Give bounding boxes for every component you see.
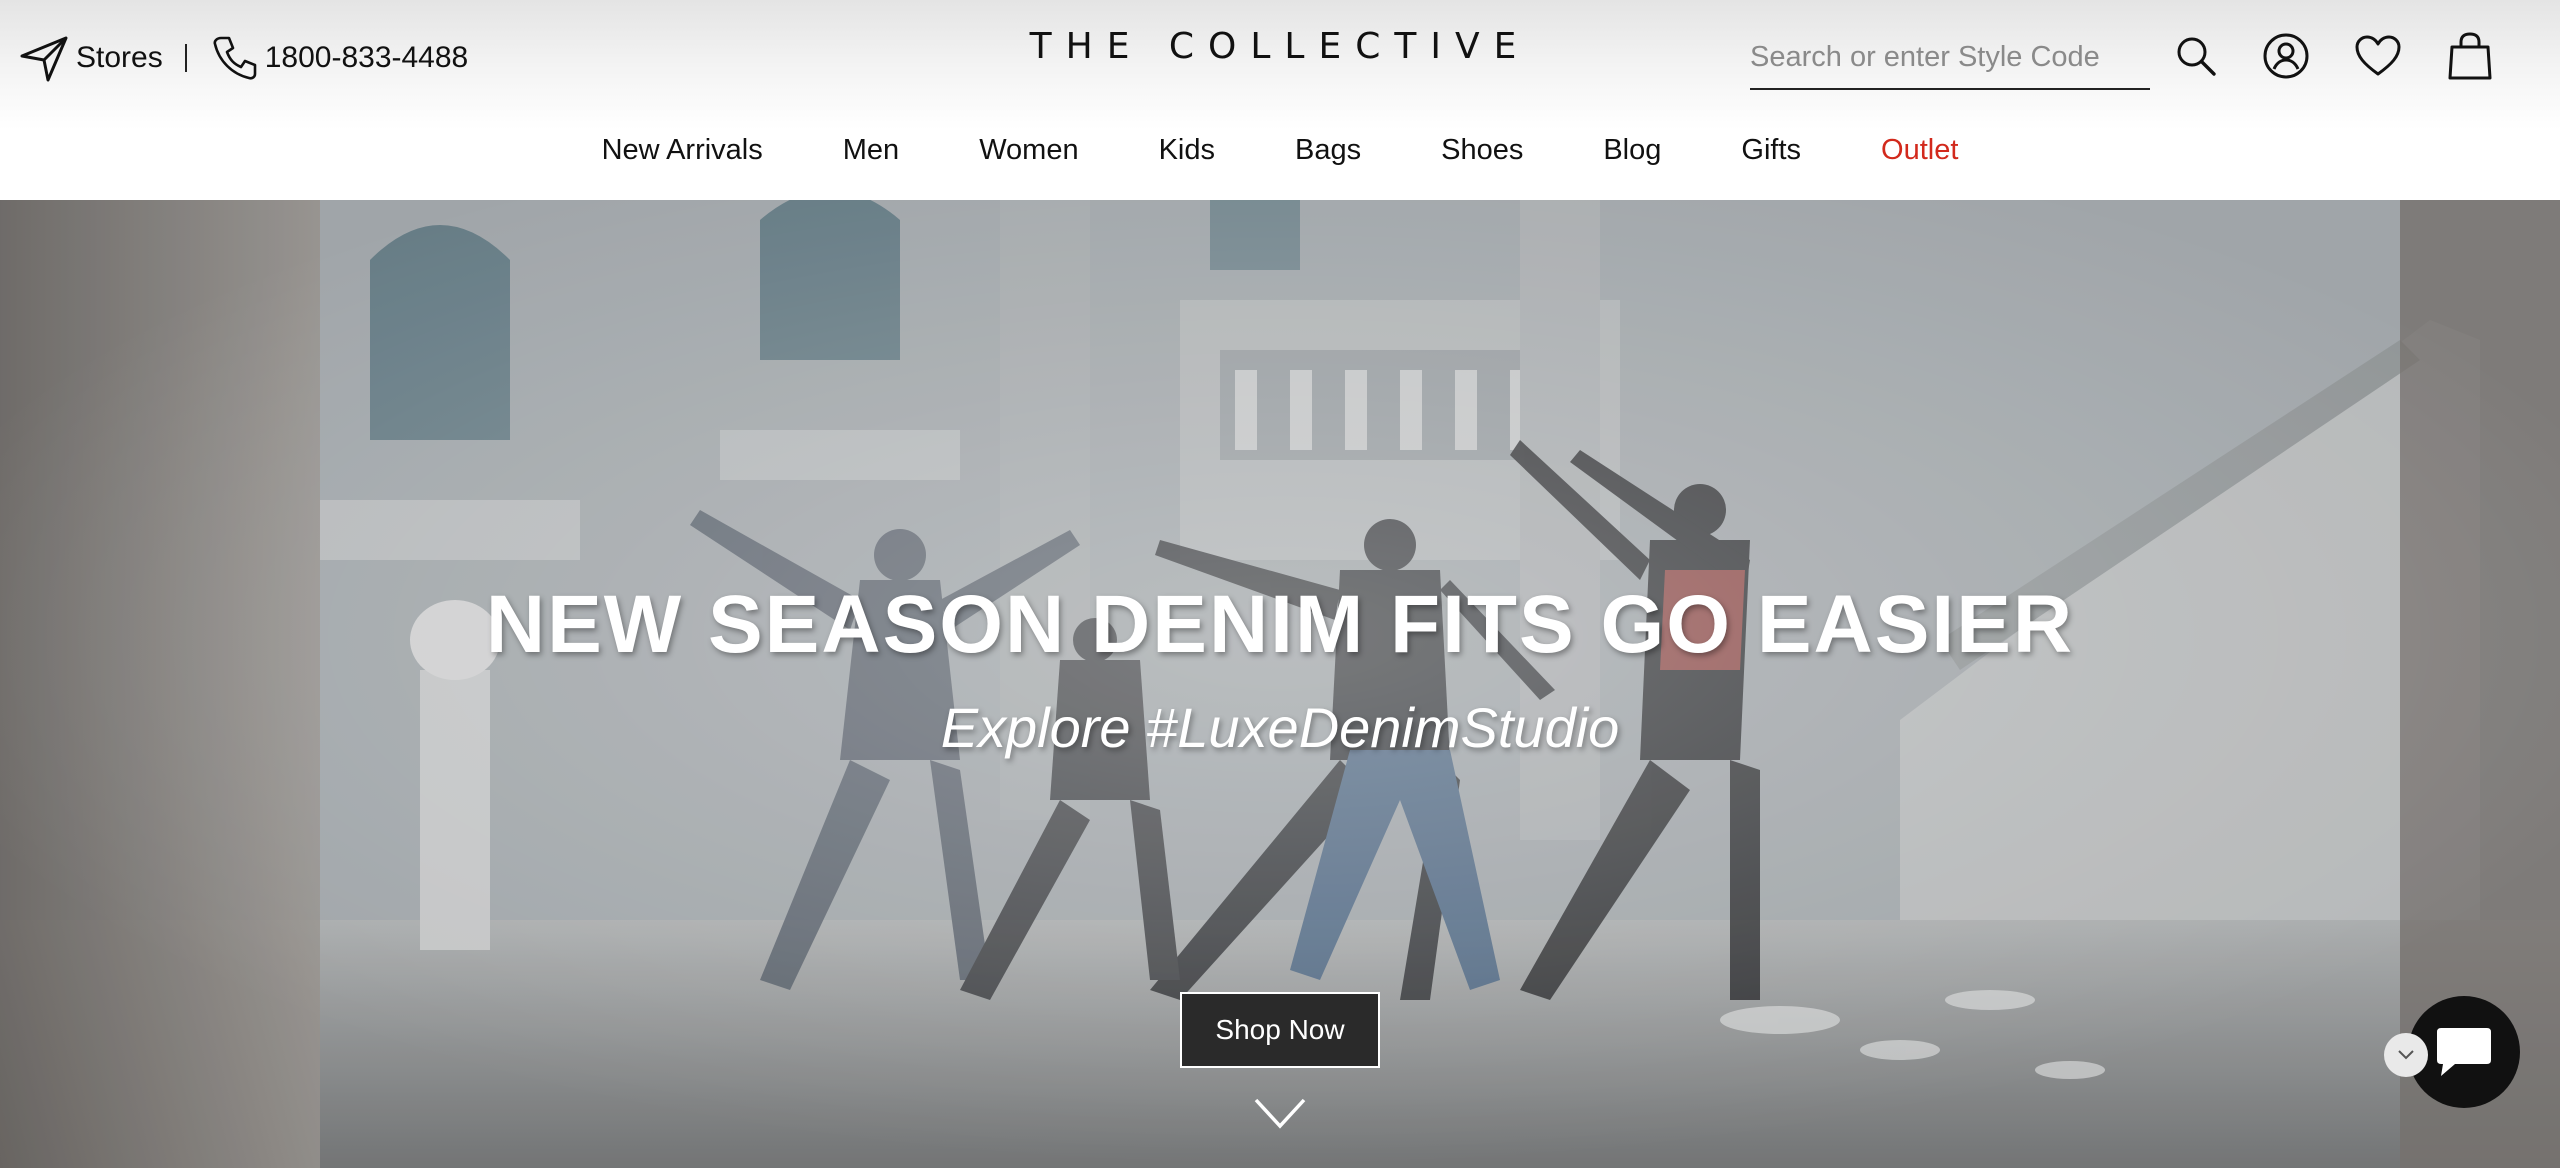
- shop-now-button[interactable]: Shop Now: [1180, 992, 1380, 1068]
- nav-new-arrivals[interactable]: New Arrivals: [602, 134, 763, 167]
- bag-icon: [2448, 32, 2492, 80]
- utility-divider: [184, 44, 187, 72]
- nav-outlet[interactable]: Outlet: [1881, 134, 1958, 167]
- main-nav: New Arrivals Men Women Kids Bags Shoes B…: [0, 120, 2560, 180]
- nav-women[interactable]: Women: [979, 134, 1078, 167]
- account-icon: [2263, 33, 2309, 79]
- search-button[interactable]: [2168, 26, 2224, 86]
- chevron-down-icon: [2398, 1050, 2414, 1060]
- send-icon: [20, 36, 68, 82]
- heart-icon: [2355, 35, 2401, 76]
- phone-number: 1800-833-4488: [264, 41, 469, 74]
- nav-bags[interactable]: Bags: [1295, 134, 1361, 167]
- nav-men[interactable]: Men: [843, 134, 899, 167]
- site-logo[interactable]: THE COLLECTIVE: [1030, 26, 1531, 67]
- nav-shoes[interactable]: Shoes: [1441, 134, 1523, 167]
- chat-icon: [2437, 1028, 2491, 1076]
- nav-kids[interactable]: Kids: [1159, 134, 1215, 167]
- chevron-down-icon[interactable]: [1254, 1096, 1306, 1132]
- nav-blog[interactable]: Blog: [1603, 134, 1661, 167]
- site-header: Stores 1800-833-4488 THE COLLECTIVE Sear…: [0, 0, 2560, 200]
- cart-button[interactable]: [2442, 26, 2498, 86]
- utility-bar: Stores 1800-833-4488: [18, 28, 468, 88]
- hero-title: NEW SEASON DENIM FITS GO EASIER: [485, 579, 2075, 670]
- hero-banner[interactable]: NEW SEASON DENIM FITS GO EASIER Explore …: [0, 200, 2560, 1168]
- nav-gifts[interactable]: Gifts: [1741, 134, 1801, 167]
- chat-minimize-button[interactable]: [2384, 1033, 2428, 1077]
- phone-icon: [213, 36, 257, 80]
- phone-link[interactable]: 1800-833-4488: [211, 34, 469, 82]
- search-icon: [2177, 37, 2216, 76]
- stores-label: Stores: [76, 41, 163, 74]
- search-box: [1750, 28, 2150, 90]
- account-button[interactable]: [2258, 26, 2314, 86]
- wishlist-button[interactable]: [2350, 26, 2406, 86]
- search-input[interactable]: [1750, 28, 2150, 86]
- stores-link[interactable]: Stores: [18, 34, 163, 82]
- hero-subtitle[interactable]: Explore #LuxeDenimStudio: [0, 695, 2560, 760]
